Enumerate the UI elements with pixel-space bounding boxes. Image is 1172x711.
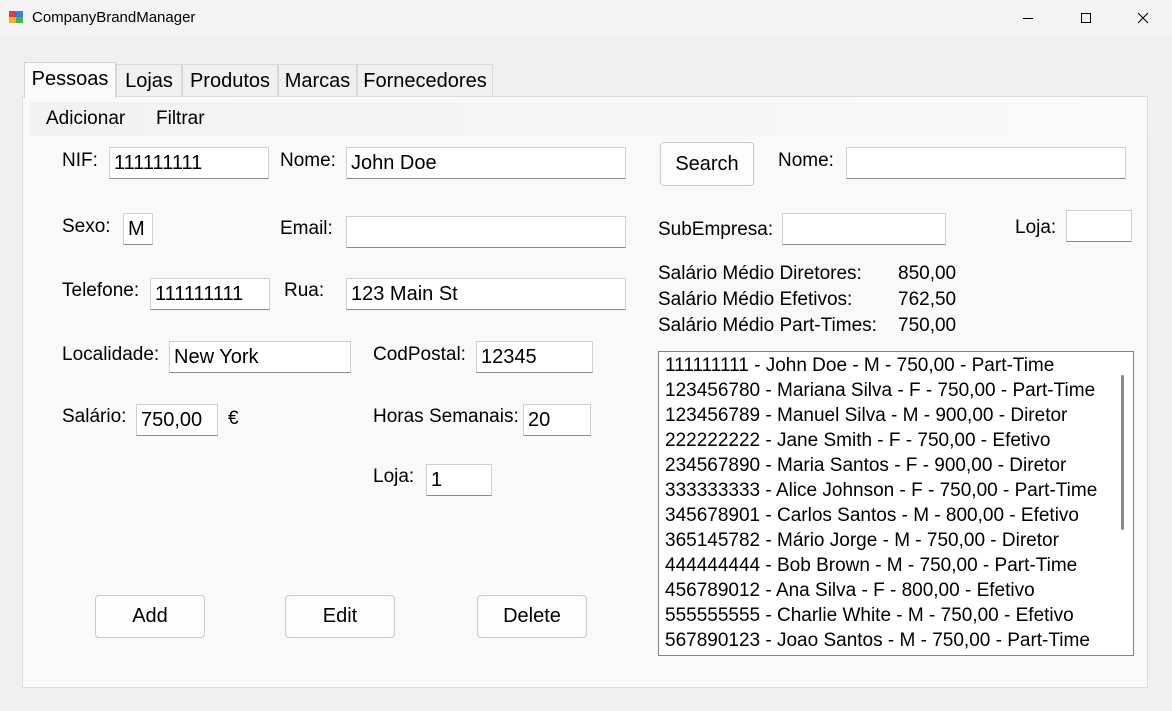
list-item[interactable]: 567890123 - Joao Santos - M - 750,00 - P… bbox=[665, 630, 1090, 652]
currency-label: € bbox=[228, 408, 239, 429]
subempresa-field[interactable] bbox=[782, 213, 946, 245]
maximize-icon bbox=[1081, 13, 1091, 23]
horas-semanais-label: Horas Semanais: bbox=[373, 406, 519, 427]
salario-label: Salário: bbox=[62, 406, 127, 427]
nome-label: Nome: bbox=[280, 150, 336, 171]
menu-adicionar[interactable]: Adicionar bbox=[46, 108, 125, 130]
email-label: Email: bbox=[280, 218, 333, 239]
close-icon bbox=[1137, 12, 1149, 24]
minimize-icon bbox=[1023, 18, 1033, 19]
list-item[interactable]: 345678901 - Carlos Santos - M - 800,00 -… bbox=[665, 505, 1079, 527]
app-icon bbox=[9, 11, 23, 23]
telefone-label: Telefone: bbox=[62, 280, 140, 301]
tab-marcas[interactable]: Marcas bbox=[278, 64, 357, 96]
nome-field[interactable]: John Doe bbox=[346, 147, 626, 179]
sexo-label: Sexo: bbox=[62, 216, 111, 237]
stat-parttimes-value: 750,00 bbox=[898, 315, 957, 336]
delete-button[interactable]: Delete bbox=[477, 595, 587, 638]
subempresa-label: SubEmpresa: bbox=[658, 219, 774, 240]
sexo-field[interactable]: M bbox=[123, 213, 153, 245]
search-nome-label: Nome: bbox=[778, 150, 834, 171]
email-field[interactable] bbox=[346, 216, 626, 248]
search-nome-field[interactable] bbox=[846, 147, 1126, 179]
nif-label: NIF: bbox=[62, 150, 98, 171]
codpostal-field[interactable]: 12345 bbox=[476, 341, 593, 373]
filter-loja-label: Loja: bbox=[1015, 217, 1057, 238]
filter-loja-field[interactable] bbox=[1066, 210, 1132, 242]
salario-field[interactable]: 750,00 bbox=[136, 404, 218, 436]
list-item[interactable]: 222222222 - Jane Smith - F - 750,00 - Ef… bbox=[665, 430, 1051, 452]
list-item[interactable]: 365145782 - Mário Jorge - M - 750,00 - D… bbox=[665, 530, 1059, 552]
list-item[interactable]: 123456780 - Mariana Silva - F - 750,00 -… bbox=[665, 380, 1095, 402]
nif-field[interactable]: 111111111 bbox=[109, 147, 269, 179]
minimize-button[interactable] bbox=[999, 0, 1057, 36]
list-item[interactable]: 456789012 - Ana Silva - F - 800,00 - Efe… bbox=[665, 580, 1035, 602]
localidade-label: Localidade: bbox=[62, 344, 160, 365]
stat-diretores-value: 850,00 bbox=[898, 263, 957, 284]
add-button[interactable]: Add bbox=[95, 595, 205, 638]
window-title: CompanyBrandManager bbox=[32, 9, 196, 26]
horas-semanais-field[interactable]: 20 bbox=[523, 404, 591, 436]
list-item[interactable]: 333333333 - Alice Johnson - F - 750,00 -… bbox=[665, 480, 1097, 502]
rua-label: Rua: bbox=[284, 280, 325, 301]
search-button[interactable]: Search bbox=[660, 142, 754, 186]
codpostal-label: CodPostal: bbox=[373, 344, 466, 365]
localidade-field[interactable]: New York bbox=[169, 341, 351, 373]
telefone-field[interactable]: 111111111 bbox=[150, 278, 270, 310]
maximize-button[interactable] bbox=[1057, 0, 1115, 36]
close-button[interactable] bbox=[1114, 0, 1172, 36]
stat-diretores-label: Salário Médio Diretores: bbox=[658, 263, 862, 284]
tab-produtos[interactable]: Produtos bbox=[182, 64, 278, 96]
list-item[interactable]: 123456789 - Manuel Silva - M - 900,00 - … bbox=[665, 405, 1067, 427]
edit-button[interactable]: Edit bbox=[285, 595, 395, 638]
list-item[interactable]: 555555555 - Charlie White - M - 750,00 -… bbox=[665, 605, 1074, 627]
loja-label: Loja: bbox=[373, 466, 415, 487]
list-item[interactable]: 234567890 - Maria Santos - F - 900,00 - … bbox=[665, 455, 1066, 477]
loja-field[interactable]: 1 bbox=[426, 464, 492, 496]
rua-field[interactable]: 123 Main St bbox=[346, 278, 626, 310]
menu-filtrar[interactable]: Filtrar bbox=[156, 108, 205, 130]
stat-efetivos-label: Salário Médio Efetivos: bbox=[658, 289, 853, 310]
tab-fornecedores[interactable]: Fornecedores bbox=[357, 64, 493, 96]
stat-parttimes-label: Salário Médio Part-Times: bbox=[658, 315, 877, 336]
people-listbox[interactable]: 111111111 - John Doe - M - 750,00 - Part… bbox=[658, 351, 1134, 656]
tab-lojas[interactable]: Lojas bbox=[116, 64, 182, 96]
stat-efetivos-value: 762,50 bbox=[898, 289, 957, 310]
list-item[interactable]: 444444444 - Bob Brown - M - 750,00 - Par… bbox=[665, 555, 1077, 577]
tab-pessoas[interactable]: Pessoas bbox=[24, 62, 116, 98]
listbox-scrollbar-thumb[interactable] bbox=[1121, 375, 1124, 530]
list-item[interactable]: 111111111 - John Doe - M - 750,00 - Part… bbox=[665, 355, 1054, 377]
